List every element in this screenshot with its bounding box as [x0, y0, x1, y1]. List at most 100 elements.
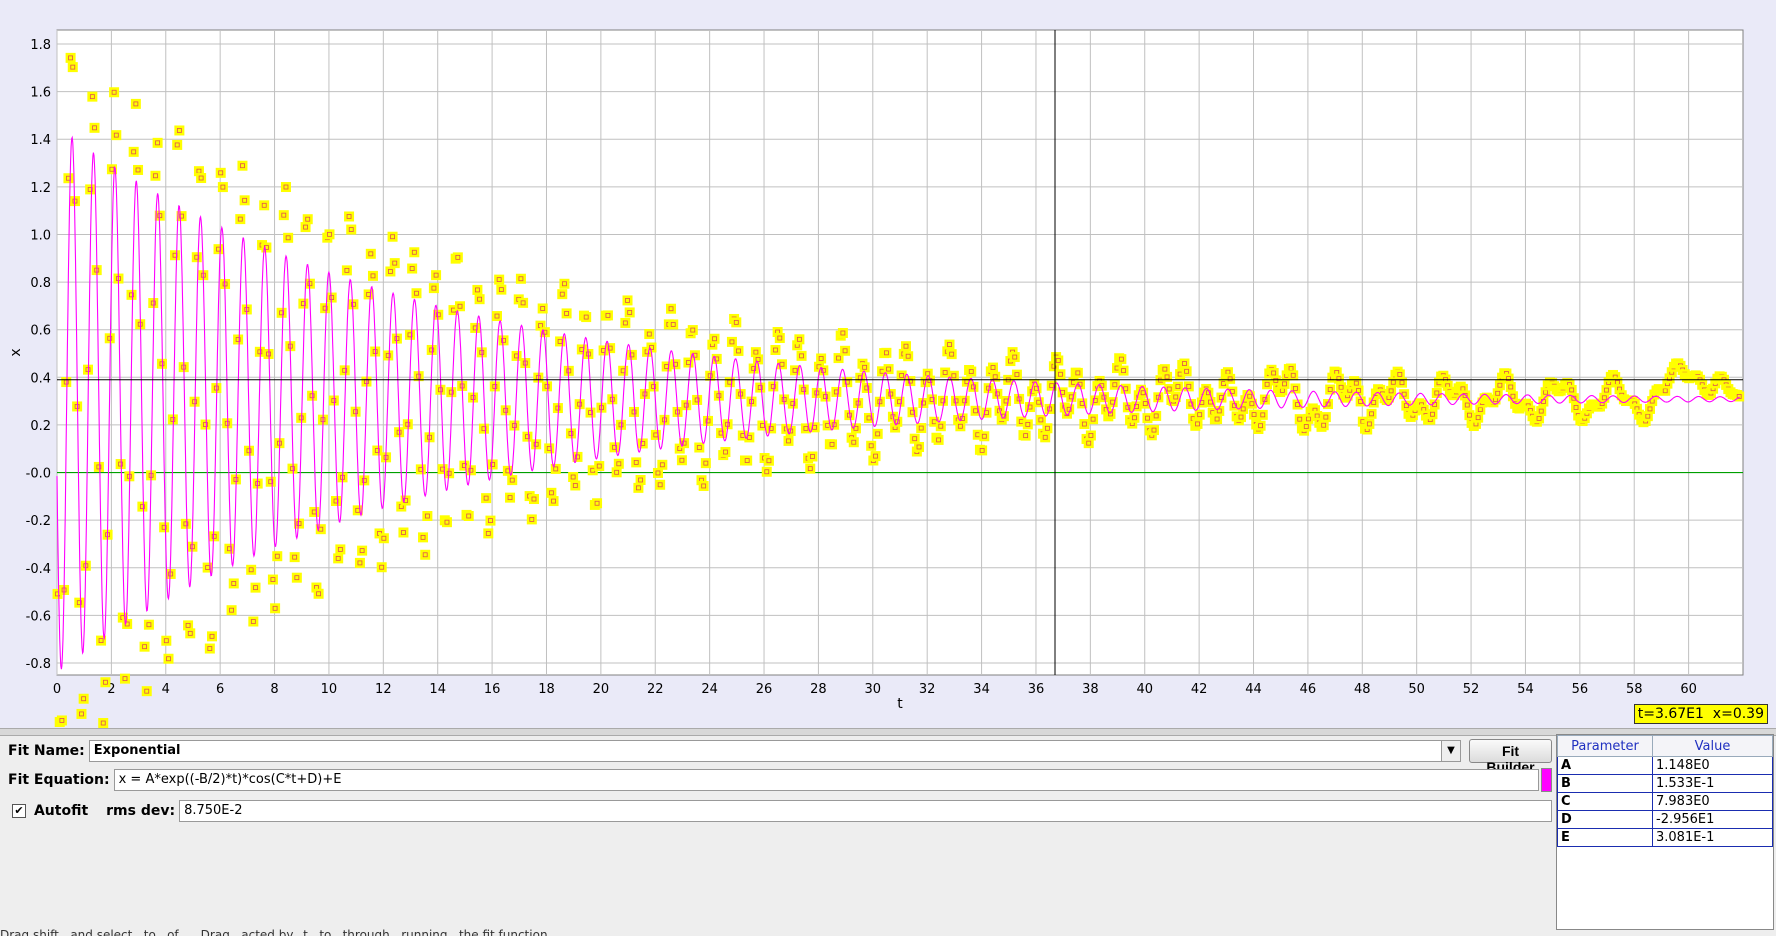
x-tick-label: 42 [1191, 682, 1208, 697]
cursor-readout: t=3.67E1 x=0.39 [1633, 704, 1768, 724]
x-tick-label: 46 [1300, 682, 1317, 697]
data-point [418, 532, 429, 543]
data-point [655, 479, 666, 490]
y-tick-label: -0.0 [26, 467, 51, 482]
data-point [143, 619, 154, 630]
data-point [398, 527, 409, 538]
data-point [333, 553, 344, 564]
y-axis-label: x [8, 348, 24, 356]
x-tick-label: 26 [756, 682, 773, 697]
data-point [287, 463, 298, 474]
param-value[interactable]: -2.956E1 [1652, 810, 1773, 829]
chevron-down-icon[interactable]: ▼ [1440, 741, 1460, 761]
data-point [474, 294, 485, 305]
x-tick-label: 56 [1572, 682, 1589, 697]
data-point [916, 423, 927, 434]
data-point [133, 164, 144, 175]
data-point [331, 496, 342, 507]
data-point [126, 289, 137, 300]
autofit-checkbox[interactable]: ✔ [12, 804, 26, 818]
data-point [666, 303, 677, 314]
data-point [528, 494, 539, 505]
data-point [709, 333, 720, 344]
plot-area[interactable]: 0 2 4 6 8 10 12 14 16 18 20 22 24 26 28 30 32 34 36 38 40 42 4… [0, 0, 1776, 728]
data-point [137, 501, 148, 512]
data-point [637, 438, 648, 449]
data-point [774, 333, 785, 344]
data-point [280, 182, 291, 193]
fit-builder-button[interactable]: Fit Builder [1468, 739, 1553, 775]
data-point [1142, 413, 1153, 424]
data-point [1020, 430, 1031, 441]
data-point [481, 493, 492, 504]
data-point [724, 377, 735, 388]
param-value[interactable]: 3.081E-1 [1652, 828, 1773, 847]
chart[interactable]: 0 2 4 6 8 10 12 14 16 18 20 22 24 26 28 30 32 34 36 38 40 42 4… [0, 0, 1776, 728]
data-point [261, 242, 272, 253]
data-point [842, 377, 853, 388]
data-point [228, 578, 239, 589]
data-point [796, 350, 807, 361]
data-point [1431, 387, 1442, 398]
data-point [180, 518, 191, 529]
y-tick-label: -0.2 [26, 514, 51, 529]
data-point [1366, 408, 1377, 419]
data-point [243, 445, 254, 456]
data-point [226, 605, 237, 616]
data-point [354, 557, 365, 568]
fit-equation-row: Fit Equation: x = A*exp((-B/2)*t)*cos(C*… [4, 767, 1552, 793]
panel-splitter[interactable] [0, 728, 1776, 736]
param-value[interactable]: 1.533E-1 [1652, 774, 1773, 793]
table-row[interactable]: D -2.956E1 [1557, 810, 1773, 829]
data-point [1116, 354, 1127, 365]
param-value[interactable]: 7.983E0 [1652, 792, 1773, 811]
table-row[interactable]: E 3.081E-1 [1557, 828, 1773, 847]
data-point [341, 265, 352, 276]
data-point [407, 263, 418, 274]
data-point [465, 465, 476, 476]
table-row[interactable]: A 1.148E0 [1557, 756, 1773, 775]
data-point [426, 344, 437, 355]
param-header-value[interactable]: Value [1652, 735, 1773, 757]
data-point [872, 428, 883, 439]
data-point [703, 415, 714, 426]
data-point [731, 317, 742, 328]
data-point [850, 423, 861, 434]
data-point [383, 350, 394, 361]
data-point [376, 562, 387, 573]
fit-equation-field[interactable]: x = A*exp((-B/2)*t)*cos(C*t+D)+E [113, 769, 1540, 791]
table-row[interactable]: C 7.983E0 [1557, 792, 1773, 811]
fit-name-value: Exponential [93, 743, 181, 758]
param-header-name[interactable]: Parameter [1557, 735, 1653, 757]
fit-name-dropdown[interactable]: Exponential ▼ [88, 740, 1461, 762]
data-point [348, 299, 359, 310]
fit-color-swatch[interactable] [1541, 768, 1552, 792]
data-point [687, 325, 698, 336]
data-point [1320, 412, 1331, 423]
data-point [648, 381, 659, 392]
data-point [644, 329, 655, 340]
data-point [840, 345, 851, 356]
x-tick-label: 18 [538, 682, 555, 697]
param-value[interactable]: 1.148E0 [1652, 756, 1773, 775]
data-point [122, 618, 133, 629]
data-point [1088, 414, 1099, 425]
y-tick-label: 0.2 [30, 419, 51, 434]
table-row[interactable]: B 1.533E-1 [1557, 774, 1773, 793]
data-point [56, 715, 67, 726]
data-point [726, 336, 737, 347]
x-tick-label: 20 [593, 682, 610, 697]
data-point [881, 347, 892, 358]
data-point [224, 543, 235, 554]
data-point [119, 673, 130, 684]
data-point [559, 278, 570, 289]
data-point [283, 232, 294, 243]
data-point [1118, 365, 1129, 376]
data-point [389, 258, 400, 269]
data-point [733, 345, 744, 356]
data-point [498, 335, 509, 346]
x-tick-label: 24 [701, 682, 718, 697]
data-point [518, 297, 529, 308]
data-point [1172, 381, 1183, 392]
parameter-table[interactable]: Parameter Value A 1.148E0 B 1.533E-1 C 7.98… [1556, 734, 1774, 930]
